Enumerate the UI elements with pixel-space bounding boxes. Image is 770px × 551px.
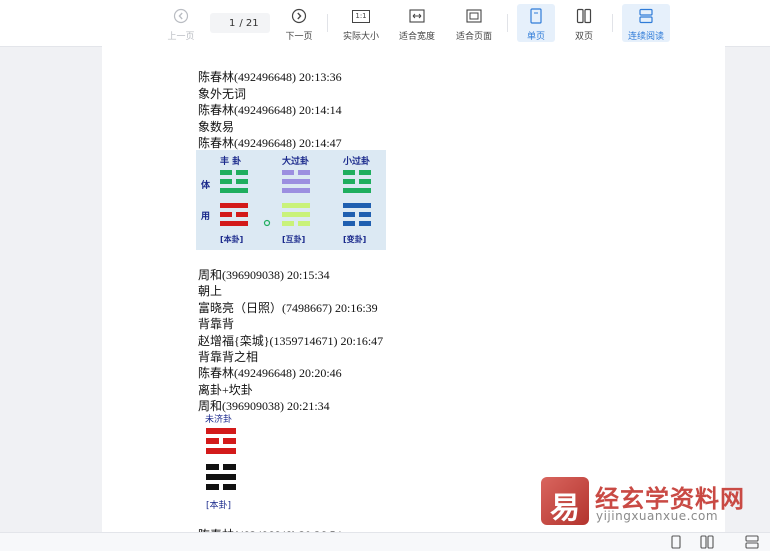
toolbar-divider <box>507 14 508 32</box>
continuous-view-icon[interactable] <box>745 535 759 549</box>
watermark-url: yijingxuanxue.com <box>596 509 719 523</box>
actual-size-icon: 1:1 <box>352 8 370 24</box>
hexagram-caption: [互卦] <box>282 235 306 244</box>
site-watermark: 易 经玄学资料网 yijingxuanxue.com <box>541 477 770 527</box>
next-page-label: 下一页 <box>285 32 313 42</box>
site-logo: 易 <box>541 477 589 526</box>
document-page: 陈春林(492496648) 20:13:36 象外无词 陈春林(4924966… <box>102 46 725 536</box>
single-page-view-icon[interactable] <box>669 535 683 549</box>
hexagram-lines-graphic <box>206 428 236 490</box>
prev-page-button[interactable]: 上一页 <box>160 4 202 42</box>
fit-width-button[interactable]: 适合宽度 <box>394 4 440 42</box>
chat-line: 陈春林(492496648) 20:13:36 <box>198 70 342 84</box>
single-page-label: 单页 <box>526 32 545 42</box>
fit-page-label: 适合页面 <box>455 32 492 42</box>
fit-page-button[interactable]: 适合页面 <box>451 4 497 42</box>
chat-line: 象数易 <box>198 120 235 134</box>
status-bar <box>0 532 770 551</box>
page-indicator: / 21 <box>210 13 270 33</box>
chat-line: 朝上 <box>198 284 223 298</box>
hexagram-figure: 丰 卦 大过卦 小过卦 体 用 [本卦] [互卦] [变卦] <box>196 150 386 250</box>
toolbar-divider <box>327 14 328 32</box>
chevron-right-circle-icon <box>290 8 308 24</box>
toolbar: 上一页 / 21 下一页 1:1 实际大小 适合宽度 适合页面 单页 <box>0 0 770 47</box>
single-page-button[interactable]: 单页 <box>517 4 555 42</box>
chat-line: 陈春林(492496648) 20:20:46 <box>198 366 342 380</box>
double-page-view-icon[interactable] <box>700 535 714 549</box>
continuous-reading-label: 连续阅读 <box>627 32 664 42</box>
chat-line: 赵增福{栾城}(1359714671) 20:16:47 <box>198 334 384 348</box>
next-page-button[interactable]: 下一页 <box>278 4 320 42</box>
double-page-label: 双页 <box>574 32 593 42</box>
double-page-icon <box>575 8 593 24</box>
actual-size-label: 实际大小 <box>342 32 379 42</box>
hexagram-caption: [变卦] <box>343 235 367 244</box>
chat-line: 背靠背 <box>198 317 235 331</box>
hexagram-figure-2: 未济卦 [本卦] <box>202 412 242 512</box>
fit-page-icon <box>465 8 483 24</box>
toolbar-divider <box>612 14 613 32</box>
page-total: / 21 <box>239 17 259 29</box>
hexagram-caption: [本卦] <box>206 501 232 511</box>
single-page-icon <box>527 8 545 24</box>
continuous-reading-icon <box>637 8 655 24</box>
chat-line: 周和(396909038) 20:15:34 <box>198 268 330 282</box>
actual-size-button[interactable]: 1:1 实际大小 <box>338 4 384 42</box>
fit-width-label: 适合宽度 <box>398 32 435 42</box>
prev-page-label: 上一页 <box>167 32 195 42</box>
double-page-button[interactable]: 双页 <box>565 4 603 42</box>
chat-line: 陈春林(492496648) 20:14:14 <box>198 103 342 117</box>
chat-line: 象外无词 <box>198 87 247 101</box>
hexagram-caption: [本卦] <box>220 235 244 244</box>
chat-line: 背靠背之相 <box>198 350 259 364</box>
chevron-left-circle-icon <box>172 8 190 24</box>
chat-line: 富晓亮（日照）(7498667) 20:16:39 <box>198 301 378 315</box>
chat-line: 离卦+坎卦 <box>198 383 253 397</box>
continuous-reading-button[interactable]: 连续阅读 <box>622 4 670 42</box>
chat-line: 陈春林(492496648) 20:14:47 <box>198 136 342 150</box>
fit-width-icon <box>408 8 426 24</box>
page-number-input[interactable] <box>221 17 236 29</box>
